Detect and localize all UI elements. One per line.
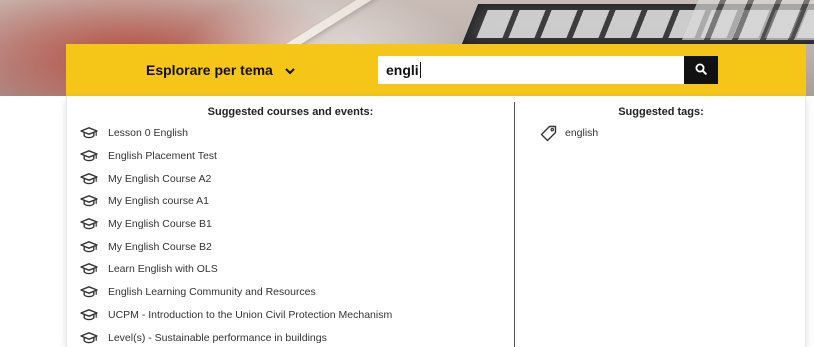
course-label: Learn English with OLS (108, 263, 218, 276)
theme-dropdown-label: Esplorare per tema (146, 62, 273, 78)
search-input[interactable]: engli (378, 56, 684, 84)
suggested-tags: Suggested tags: english (515, 96, 807, 347)
course-label: My English course A1 (108, 195, 209, 208)
course-label: UCPM - Introduction to the Union Civil P… (108, 308, 393, 321)
graduation-cap-icon (79, 172, 99, 186)
course-item[interactable]: My English Course B1 (79, 213, 509, 236)
search-input-value: engli (386, 62, 419, 78)
suggested-courses-title: Suggested courses and events: (207, 106, 374, 118)
search-icon (695, 63, 707, 78)
graduation-cap-icon (79, 126, 99, 140)
course-item[interactable]: My English course A1 (79, 190, 509, 213)
graduation-cap-icon (79, 217, 99, 231)
tag-icon (539, 124, 557, 142)
search-button[interactable] (684, 56, 718, 84)
course-list: Lesson 0 English English Placement Test My… (79, 122, 509, 347)
graduation-cap-icon (79, 149, 99, 163)
theme-dropdown[interactable]: Esplorare per tema (146, 58, 295, 82)
tag-item[interactable]: english (539, 124, 598, 142)
text-caret (419, 62, 421, 78)
course-item[interactable]: My English Course A2 (79, 167, 509, 190)
graduation-cap-icon (79, 194, 99, 208)
suggested-tags-title: Suggested tags: (618, 106, 704, 118)
graduation-cap-icon (79, 285, 99, 299)
course-item[interactable]: Lesson 0 English (79, 122, 509, 145)
graduation-cap-icon (79, 262, 99, 276)
suggested-courses: Suggested courses and events: Lesson 0 E… (67, 96, 514, 347)
suggestions-panel: Suggested courses and events: Lesson 0 E… (66, 96, 806, 347)
course-label: My English Course B2 (108, 240, 212, 253)
course-item[interactable]: English Placement Test (79, 145, 509, 168)
course-item[interactable]: My English Course B2 (79, 235, 509, 258)
chevron-down-icon (285, 64, 295, 77)
course-label: English Placement Test (108, 150, 217, 163)
course-label: Lesson 0 English (108, 127, 188, 140)
graduation-cap-icon (79, 331, 99, 345)
course-item[interactable]: English Learning Community and Resources (79, 281, 509, 304)
course-label: My English Course B1 (108, 218, 212, 231)
page: Esplorare per tema engli Suggested cours… (0, 0, 814, 347)
search-bar: Esplorare per tema engli (66, 44, 806, 96)
graduation-cap-icon (79, 308, 99, 322)
course-item[interactable]: Level(s) - Sustainable performance in bu… (79, 326, 509, 347)
course-label: English Learning Community and Resources (108, 286, 316, 299)
course-label: Level(s) - Sustainable performance in bu… (108, 331, 327, 344)
tag-label: english (565, 127, 599, 139)
course-item[interactable]: UCPM - Introduction to the Union Civil P… (79, 304, 509, 327)
graduation-cap-icon (79, 240, 99, 254)
course-item[interactable]: Learn English with OLS (79, 258, 509, 281)
course-label: My English Course A2 (108, 172, 212, 185)
